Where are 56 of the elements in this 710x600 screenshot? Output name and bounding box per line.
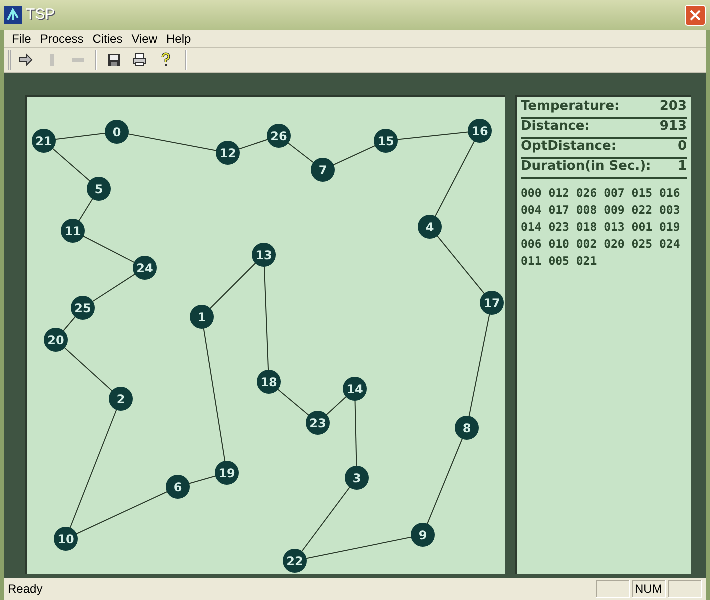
stat-value: 1 xyxy=(678,158,687,176)
city-node: 26 xyxy=(267,124,291,148)
city-node: 15 xyxy=(374,129,398,153)
city-node: 10 xyxy=(54,527,78,551)
city-node: 1 xyxy=(190,305,214,329)
arrow-icon xyxy=(18,52,34,68)
route-sequence-line: 004 017 008 009 022 003 xyxy=(521,202,682,219)
menu-item[interactable]: Cities xyxy=(88,30,127,48)
app-icon xyxy=(4,6,22,24)
stat-value: 0 xyxy=(678,138,687,156)
toolbar-grip xyxy=(8,50,11,70)
city-node: 19 xyxy=(215,461,239,485)
stat-label: Duration(in Sec.): xyxy=(521,158,652,176)
close-button[interactable] xyxy=(685,4,706,26)
status-pane: NUM xyxy=(632,580,666,598)
city-node: 11 xyxy=(61,219,85,243)
window-title: TSP xyxy=(26,4,56,25)
city-node: 24 xyxy=(133,256,157,280)
city-node: 22 xyxy=(283,549,307,573)
empty-status-pane xyxy=(668,580,702,598)
city-node: 5 xyxy=(87,177,111,201)
status-text: Ready xyxy=(8,581,43,598)
route-sequence-line: 000 012 026 007 015 016 xyxy=(521,185,682,202)
city-node: 8 xyxy=(455,416,479,440)
city-node: 7 xyxy=(311,158,335,182)
route-sequence-line: 014 023 018 013 001 019 xyxy=(521,219,682,236)
printer-icon xyxy=(132,52,148,68)
city-node: 21 xyxy=(32,129,56,153)
empty-status-pane xyxy=(596,580,630,598)
stat-label: OptDistance: xyxy=(521,138,617,156)
city-node: 3 xyxy=(345,466,369,490)
city-node: 13 xyxy=(252,243,276,267)
city-node: 6 xyxy=(166,475,190,499)
city-node: 2 xyxy=(109,387,133,411)
stat-value: 203 xyxy=(660,98,687,116)
city-node: 25 xyxy=(71,296,95,320)
menu-item[interactable]: Help xyxy=(162,30,196,48)
city-node: 20 xyxy=(44,328,68,352)
menu-item[interactable]: View xyxy=(128,30,162,48)
city-node: 17 xyxy=(480,291,504,315)
menu-item[interactable]: File xyxy=(8,30,36,48)
city-node: 0 xyxy=(105,120,129,144)
close-icon xyxy=(690,10,701,20)
stat-label: Distance: xyxy=(521,118,590,136)
stat-label: Temperature: xyxy=(521,98,620,116)
city-node: 12 xyxy=(216,141,240,165)
city-node: 18 xyxy=(257,370,281,394)
city-node: 4 xyxy=(418,215,442,239)
city-node: 16 xyxy=(468,119,492,143)
menu-item[interactable]: Process xyxy=(36,30,88,48)
city-node: 23 xyxy=(306,411,330,435)
route-sequence-line: 011 005 021 xyxy=(521,253,598,270)
stat-value: 913 xyxy=(660,118,687,136)
city-node: 9 xyxy=(411,523,435,547)
route-sequence-line: 006 010 002 020 025 024 xyxy=(521,236,682,253)
city-node: 14 xyxy=(343,377,367,401)
